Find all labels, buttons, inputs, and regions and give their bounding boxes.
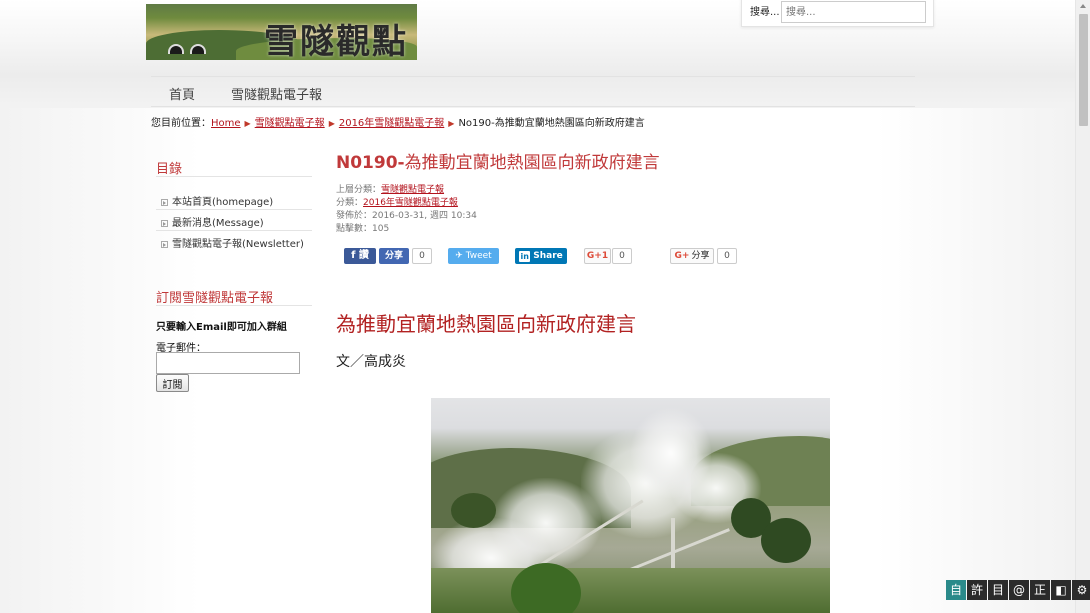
- breadcrumb-link-home[interactable]: Home: [211, 118, 241, 129]
- divider: [156, 176, 312, 177]
- facebook-share-button[interactable]: 分享: [379, 248, 409, 264]
- meta-category: 分類：2016年雪隧觀點電子報: [336, 195, 458, 208]
- sidebar-menu-title: 目錄: [156, 162, 183, 177]
- bullet-arrow-icon: [161, 241, 168, 248]
- photo-tree: [451, 493, 496, 528]
- breadcrumb-arrow-icon: ▶: [244, 119, 251, 128]
- acc-button-toc[interactable]: 目: [988, 580, 1008, 600]
- acc-button-at[interactable]: @: [1009, 580, 1029, 600]
- breadcrumb-current: No190-為推動宜蘭地熱園區向新政府建言: [458, 118, 645, 129]
- meta-published: 發佈於：2016-03-31, 週四 10:34: [336, 211, 477, 221]
- scrollbar-thumb[interactable]: [1079, 14, 1088, 126]
- article-body-heading: 為推動宜蘭地熱園區向新政府建言: [336, 312, 636, 336]
- email-field[interactable]: [156, 352, 300, 374]
- article-title[interactable]: N0190-為推動宜蘭地熱園區向新政府建言: [336, 148, 660, 173]
- photo-tree: [761, 518, 811, 563]
- article-title-code: N0190-: [336, 153, 405, 173]
- linkedin-label: Share: [533, 251, 563, 261]
- google-share-count: 0: [717, 248, 737, 264]
- logo-tunnel-icon: [190, 44, 206, 54]
- google-plus-icon: G+: [674, 251, 690, 261]
- subscribe-note: 只要輸入Email即可加入群組: [156, 322, 287, 333]
- sidebar-item-homepage[interactable]: 本站首頁(homepage): [161, 193, 273, 208]
- breadcrumb-arrow-icon: ▶: [328, 119, 335, 128]
- sidebar-item-newsletter[interactable]: 雪隧觀點電子報(Newsletter): [161, 235, 304, 250]
- linkedin-share-button[interactable]: in Share: [515, 248, 567, 264]
- facebook-share-count: 0: [412, 248, 432, 264]
- twitter-bird-icon: ✈: [455, 251, 466, 261]
- gplus-count: 0: [612, 248, 632, 264]
- breadcrumb-arrow-icon: ▶: [448, 119, 455, 128]
- linkedin-icon: in: [519, 251, 531, 262]
- acc-button-zheng[interactable]: 正: [1030, 580, 1050, 600]
- page-scrollbar[interactable]: [1075, 0, 1090, 613]
- twitter-tweet-button[interactable]: ✈ Tweet: [448, 248, 499, 264]
- divider: [156, 209, 312, 210]
- site-logo[interactable]: 雪隧觀點: [146, 4, 417, 60]
- subscribe-button[interactable]: 訂閱: [156, 374, 189, 392]
- breadcrumb-link-2016[interactable]: 2016年雪隧觀點電子報: [339, 118, 444, 129]
- article-title-text: 為推動宜蘭地熱園區向新政府建言: [404, 153, 660, 173]
- tweet-label: Tweet: [465, 251, 492, 261]
- article-author: 文／高成炎: [336, 354, 406, 370]
- divider: [156, 230, 312, 231]
- logo-tunnel-icon: [168, 44, 184, 54]
- sidebar-item-message[interactable]: 最新消息(Message): [161, 214, 264, 229]
- meta-parent-category: 上層分類：雪隧觀點電子報: [336, 182, 444, 195]
- meta-category-link[interactable]: 2016年雪隧觀點電子報: [363, 198, 458, 208]
- scroll-up-arrow-icon[interactable]: [1080, 4, 1086, 8]
- logo-text: 雪隧觀點: [264, 22, 408, 60]
- nav-item-home[interactable]: 首頁: [169, 84, 195, 103]
- accessibility-toolbar: 自 許 目 @ 正 ◧ ⚙: [946, 580, 1090, 600]
- search-box: 搜尋...: [741, 0, 934, 27]
- breadcrumb-prefix: 您目前位置：: [151, 118, 211, 129]
- geothermal-plant-photo: [431, 398, 830, 613]
- sidebar-item-label: 最新消息(Message): [172, 218, 264, 229]
- acc-button-xu[interactable]: 許: [967, 580, 987, 600]
- meta-hits: 點擊數：105: [336, 224, 390, 234]
- bullet-arrow-icon: [161, 220, 168, 227]
- google-share-button[interactable]: G+ 分享: [670, 248, 714, 264]
- google-share-label: 分享: [691, 251, 710, 261]
- nav-item-newsletter[interactable]: 雪隧觀點電子報: [231, 84, 322, 103]
- sidebar-item-label: 本站首頁(homepage): [172, 197, 274, 208]
- main-nav: 首頁 雪隧觀點電子報: [151, 76, 915, 107]
- meta-label: 分類：: [336, 198, 364, 208]
- meta-parent-link[interactable]: 雪隧觀點電子報: [381, 185, 444, 195]
- acc-button-auto[interactable]: 自: [946, 580, 966, 600]
- search-input[interactable]: [781, 1, 926, 23]
- breadcrumb: 您目前位置：Home ▶ 雪隧觀點電子報 ▶ 2016年雪隧觀點電子報 ▶ No190-為推…: [151, 114, 645, 129]
- photo-field: [431, 568, 830, 613]
- bullet-arrow-icon: [161, 199, 168, 206]
- facebook-like-button[interactable]: f 讚: [344, 248, 376, 264]
- sidebar-item-label: 雪隧觀點電子報(Newsletter): [172, 239, 304, 250]
- search-label: 搜尋...: [750, 7, 780, 18]
- contrast-icon[interactable]: ◧: [1051, 580, 1071, 600]
- subscribe-title: 訂閱雪隧觀點電子報: [156, 291, 274, 306]
- breadcrumb-link-newsletter[interactable]: 雪隧觀點電子報: [255, 118, 325, 129]
- gplus-one-button[interactable]: G+1: [584, 248, 611, 264]
- meta-label: 上層分類：: [336, 185, 382, 195]
- divider: [156, 305, 312, 306]
- gear-icon[interactable]: ⚙: [1072, 580, 1090, 600]
